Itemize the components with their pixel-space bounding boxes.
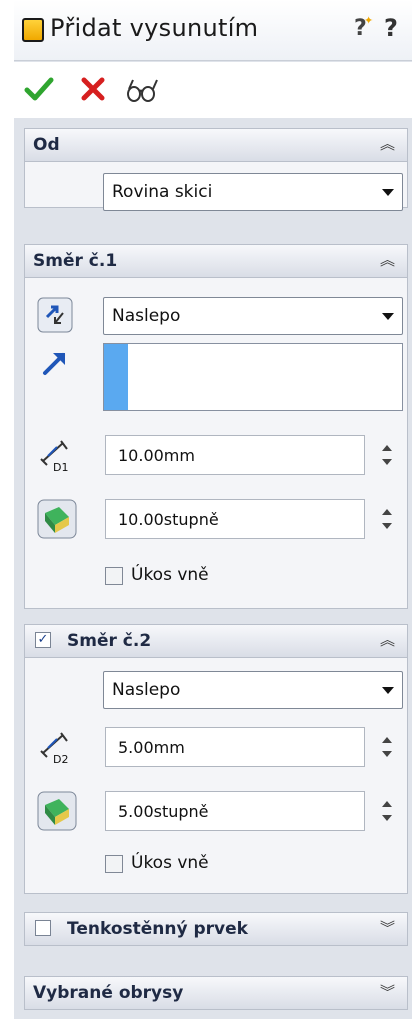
spin-down-icon[interactable] [382,751,392,757]
depth-spinner-2[interactable] [377,727,397,767]
depth-dimension-icon: D2 [40,732,68,766]
collapse-chevron-icon[interactable]: ︽ [380,251,395,269]
spin-up-icon[interactable] [382,737,392,743]
group-direction-1-header[interactable]: Směr č.1 ︽ [25,245,407,278]
end-condition-dropdown-2[interactable]: Naslepo [103,671,403,709]
spin-down-icon[interactable] [382,815,392,821]
svg-text:D2: D2 [53,753,68,766]
group-thin-feature-header[interactable]: Tenkostěnný prvek ︾ [25,913,407,945]
group-from-title: Od [33,135,60,155]
group-direction-1-title: Směr č.1 [33,251,118,271]
group-thin-feature-title: Tenkostěnný prvek [67,919,248,939]
depth-value-2: 5.00mm [118,738,185,757]
group-direction-2-header[interactable]: ✓ Směr č.2 ︽ [25,625,407,658]
action-row [14,62,412,118]
cancel-x-icon[interactable] [78,74,108,104]
group-selected-contours-header[interactable]: Vybrané obrysy ︾ [25,977,407,1009]
spin-down-icon[interactable] [382,459,392,465]
ok-check-icon[interactable] [24,74,54,104]
draft-angle-value-2: 5.00stupně [118,802,209,821]
depth-dimension-icon: D1 [40,440,68,474]
depth-value-1: 10.00mm [118,446,195,465]
direction-selection-box[interactable] [103,343,403,411]
draft-angle-input-1[interactable]: 10.00stupně [105,499,365,539]
direction-arrow-icon [43,353,65,375]
extrude-feature-icon [22,18,44,42]
expand-chevron-icon[interactable]: ︾ [380,983,395,1001]
spin-down-icon[interactable] [382,523,392,529]
svg-text:D1: D1 [53,461,68,474]
dropdown-arrow-icon [382,313,394,320]
draft-angle-value-1: 10.00stupně [118,510,219,529]
draft-toggle-icon[interactable] [37,791,77,831]
property-manager: Přidat vysunutím ?✦ ? Od ︽ Rovina skici [14,0,412,1019]
collapse-chevron-icon[interactable]: ︽ [380,631,395,649]
spin-up-icon[interactable] [382,801,392,807]
group-from-header[interactable]: Od ︽ [25,129,407,162]
draft-angle-input-2[interactable]: 5.00stupně [105,791,365,831]
title-bar: Přidat vysunutím ? ✦ ? [14,0,412,61]
selection-highlight-bar [104,344,128,410]
draft-toggle-icon[interactable] [37,499,77,539]
group-direction-1: Směr č.1 ︽ Naslepo D1 10.00mm 10.00stupn… [24,244,408,609]
group-selected-contours-title: Vybrané obrysy [33,983,184,1003]
checkbox[interactable] [105,567,123,585]
start-condition-dropdown[interactable]: Rovina skici [103,173,403,211]
group-selected-contours: Vybrané obrysy ︾ [24,976,408,1010]
reverse-direction-icon[interactable] [37,297,73,333]
group-direction-2: ✓ Směr č.2 ︽ Naslepo D2 5.00mm 5.00stupn… [24,624,408,894]
collapse-chevron-icon[interactable]: ︽ [380,135,395,153]
end-condition-value-1: Naslepo [112,306,181,326]
depth-input-2[interactable]: 5.00mm [105,727,365,767]
draft-outward-label-2: Úkos vně [131,853,209,873]
direction-2-enable-checkbox[interactable]: ✓ [35,632,51,648]
depth-input-1[interactable]: 10.00mm [105,435,365,475]
start-condition-value: Rovina skici [112,182,213,202]
thin-feature-enable-checkbox[interactable] [35,920,51,936]
depth-spinner-1[interactable] [377,435,397,475]
end-condition-dropdown-1[interactable]: Naslepo [103,297,403,335]
checkbox[interactable] [105,855,123,873]
draft-outward-label-1: Úkos vně [131,565,209,585]
panel-title: Přidat vysunutím [50,14,259,42]
group-direction-2-title: Směr č.2 [67,631,152,651]
detailed-preview-glasses-icon[interactable] [124,76,160,104]
dropdown-arrow-icon [382,687,394,694]
group-from: Od ︽ Rovina skici [24,128,408,211]
draft-angle-spinner-1[interactable] [377,499,397,539]
draft-angle-spinner-2[interactable] [377,791,397,831]
spin-up-icon[interactable] [382,445,392,451]
help-icon[interactable]: ? [384,14,398,42]
expand-chevron-icon[interactable]: ︾ [380,919,395,937]
end-condition-value-2: Naslepo [112,680,181,700]
whats-new-icon[interactable]: ? ✦ [354,14,374,41]
group-thin-feature: Tenkostěnný prvek ︾ [24,912,408,946]
dropdown-arrow-icon [382,189,394,196]
spin-up-icon[interactable] [382,509,392,515]
